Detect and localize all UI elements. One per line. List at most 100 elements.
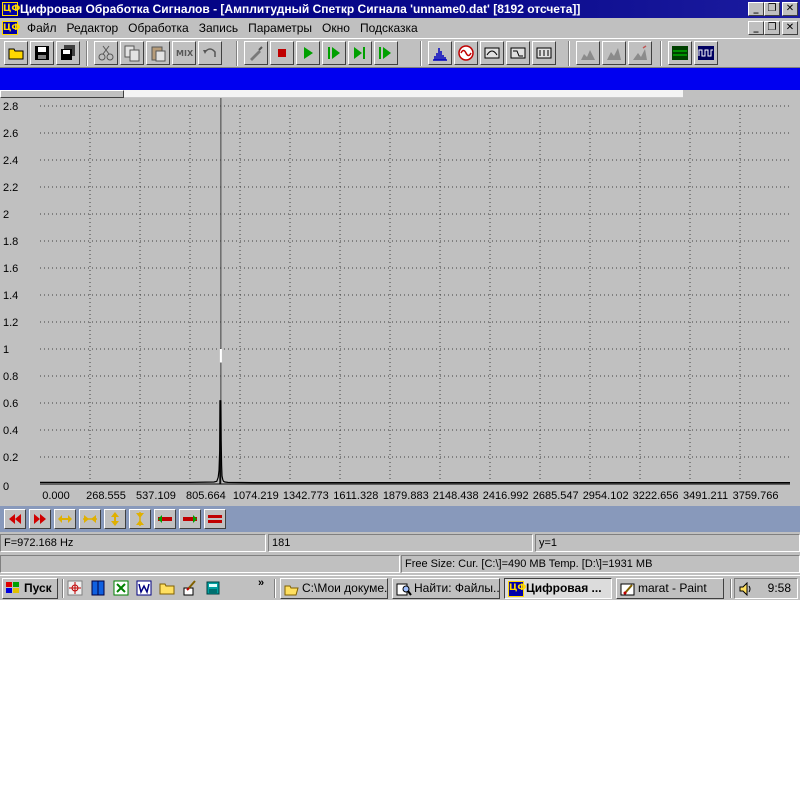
window-split-button[interactable] bbox=[668, 41, 692, 65]
app-icon[interactable]: ЦФ bbox=[2, 2, 20, 16]
red-fit-button[interactable] bbox=[204, 509, 226, 529]
waveform-button[interactable] bbox=[694, 41, 718, 65]
status-bar-disk: Free Size: Cur. [C:\]=490 MB Temp. [D:\]… bbox=[0, 554, 800, 574]
system-tray: 9:58 bbox=[734, 578, 798, 599]
task-button-dsp-app[interactable]: ЦФ Цифровая ... bbox=[504, 578, 612, 599]
undo-button[interactable] bbox=[198, 41, 222, 65]
filter-b-button[interactable] bbox=[506, 41, 530, 65]
menu-item[interactable]: Редактор bbox=[62, 18, 124, 38]
paint-brush-icon bbox=[183, 580, 196, 596]
x-tick-label: 2954.102 bbox=[583, 490, 629, 502]
toolbar-histogram-group bbox=[576, 41, 654, 66]
task-button-find[interactable]: Найти: Файлы... bbox=[392, 578, 500, 599]
navigation-buttons bbox=[4, 509, 229, 529]
horizontal-scroll-thumb[interactable] bbox=[0, 90, 124, 98]
restore-button[interactable]: ❐ bbox=[764, 2, 780, 16]
x-tick-label: 2416.992 bbox=[483, 490, 529, 502]
open-button[interactable] bbox=[4, 41, 28, 65]
mix-icon: MIX bbox=[176, 49, 193, 58]
book-icon bbox=[91, 580, 105, 596]
play-button[interactable] bbox=[296, 41, 320, 65]
spectrum-button[interactable] bbox=[428, 41, 452, 65]
sine-button[interactable] bbox=[454, 41, 478, 65]
windows-logo-icon bbox=[6, 582, 19, 593]
toolbar-playback-group bbox=[244, 41, 400, 66]
crosshair-app-button[interactable] bbox=[66, 579, 84, 597]
y-tick-label: 2 bbox=[3, 209, 9, 221]
save-button[interactable] bbox=[30, 41, 54, 65]
hist-b-button[interactable] bbox=[602, 41, 626, 65]
x-tick-label: 3222.656 bbox=[633, 490, 679, 502]
word-button[interactable] bbox=[135, 579, 153, 597]
doc-minimize-button[interactable]: _ bbox=[748, 21, 764, 35]
book-button[interactable] bbox=[89, 579, 107, 597]
filter-a-button[interactable] bbox=[480, 41, 504, 65]
stop-button[interactable] bbox=[270, 41, 294, 65]
filter-c-icon bbox=[536, 47, 552, 59]
zoom-in-v-button[interactable] bbox=[129, 509, 151, 529]
zoom-in-h-button[interactable] bbox=[79, 509, 101, 529]
copy-icon bbox=[124, 45, 140, 62]
play-loop-button[interactable] bbox=[374, 41, 398, 65]
hist-c-button[interactable] bbox=[628, 41, 652, 65]
doc-restore-button[interactable]: ❐ bbox=[764, 21, 780, 35]
zoom-out-h-button[interactable] bbox=[54, 509, 76, 529]
paste-icon bbox=[151, 46, 166, 62]
undo-icon bbox=[203, 48, 216, 57]
spectrum-icon bbox=[433, 48, 447, 61]
doc-close-button[interactable]: ✕ bbox=[782, 21, 798, 35]
folder-open-icon bbox=[284, 585, 299, 596]
y-tick-label: 0.6 bbox=[3, 398, 18, 410]
minimize-button[interactable]: _ bbox=[748, 2, 764, 16]
calculator-icon bbox=[206, 581, 220, 595]
title-bar[interactable]: ЦФ Цифровая Обработка Сигналов - [Амплит… bbox=[0, 0, 800, 18]
spectrum-plot[interactable]: 0 0.2 0.4 0.6 0.8 1 1.2 1.4 1.6 1.8 2 2.2 2.4 2.6 2.8 0… bbox=[0, 98, 800, 506]
quick-launch-overflow-icon[interactable]: » bbox=[258, 577, 264, 589]
main-window: ЦФ Цифровая Обработка Сигналов - [Амплит… bbox=[0, 0, 800, 600]
red-right-icon bbox=[183, 515, 197, 523]
task-button-paint[interactable]: marat - Paint bbox=[616, 578, 724, 599]
waveform-icon bbox=[698, 46, 714, 60]
play-step-button[interactable] bbox=[322, 41, 346, 65]
excel-button[interactable] bbox=[112, 579, 130, 597]
fast-forward-button[interactable] bbox=[29, 509, 51, 529]
zoom-in-h-icon bbox=[83, 515, 97, 523]
menu-item[interactable]: Запись bbox=[194, 18, 243, 38]
red-right-button[interactable] bbox=[179, 509, 201, 529]
close-button[interactable]: ✕ bbox=[782, 2, 798, 16]
paint-brush-button[interactable] bbox=[181, 579, 199, 597]
folder-button[interactable] bbox=[158, 579, 176, 597]
spectrum-chart[interactable]: 0 0.2 0.4 0.6 0.8 1 1.2 1.4 1.6 1.8 2 2.2 2.4 2.6 2.8 0… bbox=[0, 98, 800, 506]
speaker-icon[interactable] bbox=[739, 582, 753, 596]
menu-item[interactable]: Параметры bbox=[243, 18, 317, 38]
probe-icon bbox=[250, 46, 263, 61]
hist-a-button[interactable] bbox=[576, 41, 600, 65]
calculator-button[interactable] bbox=[204, 579, 222, 597]
document-icon[interactable]: ЦФ bbox=[2, 21, 20, 35]
toolbar-file-group bbox=[4, 41, 82, 66]
menu-item[interactable]: Подсказка bbox=[355, 18, 423, 38]
toolbar: MIX bbox=[0, 38, 800, 68]
rewind-button[interactable] bbox=[4, 509, 26, 529]
save-all-button[interactable] bbox=[56, 41, 80, 65]
red-left-button[interactable] bbox=[154, 509, 176, 529]
menu-item[interactable]: Окно bbox=[317, 18, 355, 38]
save-icon bbox=[35, 46, 49, 60]
clock[interactable]: 9:58 bbox=[768, 579, 791, 598]
start-button[interactable]: Пуск bbox=[2, 578, 58, 599]
paste-button[interactable] bbox=[146, 41, 170, 65]
rewind-icon bbox=[9, 514, 21, 524]
probe-button[interactable] bbox=[244, 41, 268, 65]
task-button-explorer[interactable]: C:\Мои докуме... bbox=[280, 578, 388, 599]
play-icon bbox=[304, 47, 313, 59]
play-end-button[interactable] bbox=[348, 41, 372, 65]
y-tick-label: 0.2 bbox=[3, 452, 18, 464]
menu-item[interactable]: Обработка bbox=[123, 18, 194, 38]
cut-button[interactable] bbox=[94, 41, 118, 65]
copy-button[interactable] bbox=[120, 41, 144, 65]
mix-button[interactable]: MIX bbox=[172, 41, 196, 65]
menu-item[interactable]: Файл bbox=[22, 18, 62, 38]
x-tick-label: 268.555 bbox=[86, 490, 126, 502]
filter-c-button[interactable] bbox=[532, 41, 556, 65]
zoom-out-v-button[interactable] bbox=[104, 509, 126, 529]
